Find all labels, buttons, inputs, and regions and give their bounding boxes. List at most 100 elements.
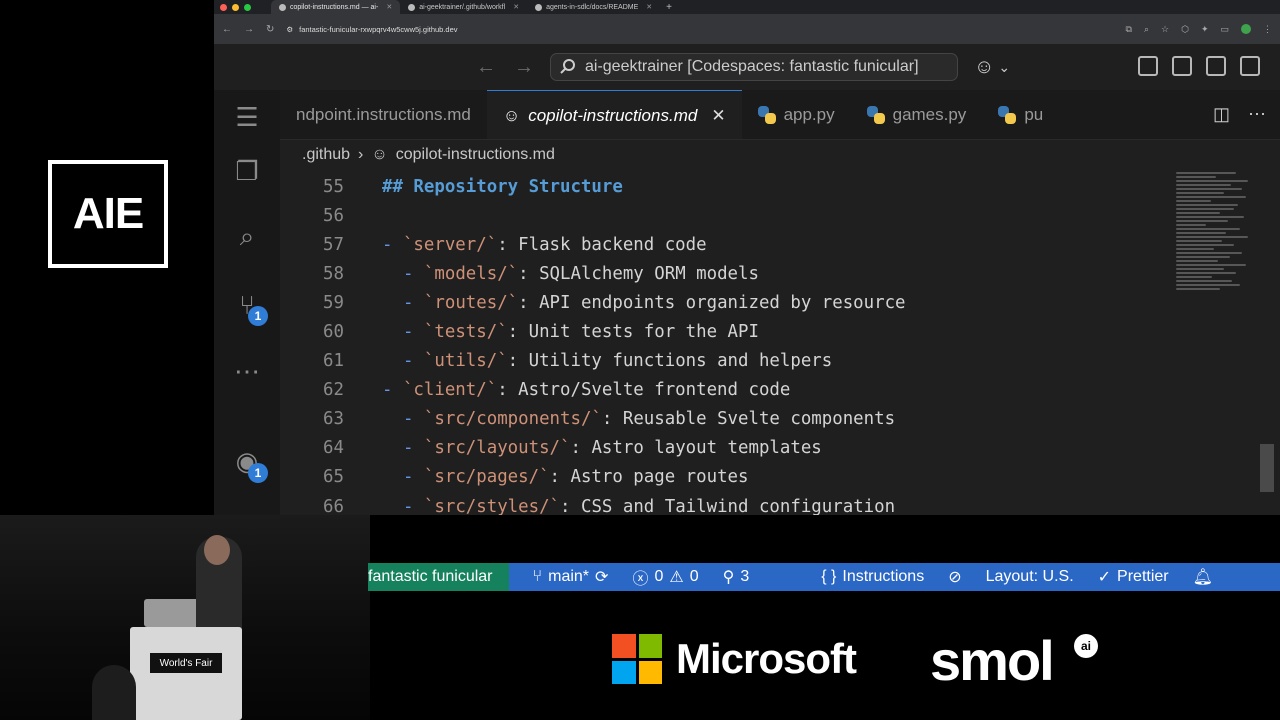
more-actions-icon[interactable]: ⋯ [1248,104,1266,125]
close-icon[interactable]: ✕ [711,106,725,126]
minimap-line [1176,248,1214,250]
code-editor[interactable]: 55 ## Repository Structure 56 57 - `server/`… [280,172,1170,515]
keyboard-layout[interactable]: Layout: U.S. [974,568,1086,586]
toggle-panel-icon[interactable] [1206,56,1226,76]
breadcrumb-folder[interactable]: .github [302,146,350,164]
code-line[interactable]: 60 - `tests/`: Unit tests for the API [280,317,1170,346]
ports-indicator[interactable]: ⚲ 3 [711,567,762,587]
python-icon [757,106,776,124]
browser-tab-copilot-instructions[interactable]: copilot-instructions.md — ai- ✕ [271,0,401,14]
video-frame: AIE World's Fair copilot-instructions.md… [0,0,1280,720]
toggle-primary-sidebar-icon[interactable] [1172,56,1192,76]
code-line[interactable]: 66 - `src/styles/`: CSS and Tailwind con… [280,492,1170,515]
browser-menu-icon[interactable]: ⋮ [1263,24,1272,35]
code-token: - [402,322,424,343]
problems-indicator[interactable]: ⓧ 0 ⚠ 0 [620,565,710,589]
tab-pu[interactable]: pu [982,90,1059,139]
close-tab-icon[interactable]: ✕ [386,3,392,11]
code-line[interactable]: 63 - `src/components/`: Reusable Svelte … [280,405,1170,434]
code-line[interactable]: 58 - `models/`: SQLAlchemy ORM models [280,259,1170,288]
browser-tab-readme[interactable]: agents-in-sdlc/docs/README ✕ [527,0,660,14]
zoom-window-button[interactable] [244,3,251,11]
new-tab-icon[interactable]: + [660,2,678,13]
breadcrumb-file[interactable]: copilot-instructions.md [396,146,555,164]
side-panel-icon[interactable]: ▭ [1220,24,1229,35]
go-back-icon[interactable]: ← [476,56,496,79]
reload-icon[interactable]: ↻ [266,24,274,35]
minimize-window-button[interactable] [232,3,239,11]
ports-icon: ⚲ [722,569,735,586]
minimap-line [1176,268,1224,270]
copilot-menu-button[interactable]: ☺ ⌄ [974,56,1010,79]
code-line[interactable]: 55 ## Repository Structure [280,172,1170,201]
close-tab-icon[interactable]: ✕ [646,3,652,11]
close-tab-icon[interactable]: ✕ [513,3,519,11]
browser-tab-label: agents-in-sdlc/docs/README [546,3,639,11]
status-bar: fantastic funicular ⑂ main* ⟳ ⓧ 0 ⚠ 0 ⚲ … [368,563,1280,591]
branch-indicator[interactable]: ⑂ main* ⟳ [509,567,621,587]
code-token: : CSS and Tailwind configuration [560,496,896,515]
formatter-status[interactable]: ✓ Prettier [1086,567,1181,587]
branch-label: main* [548,568,590,585]
document-icon [279,3,286,11]
browser-tab-workflow[interactable]: ai-geektrainer/.github/workfl ✕ [400,0,527,14]
accounts-badge: 1 [248,463,268,483]
code-line[interactable]: 61 - `utils/`: Utility functions and hel… [280,347,1170,376]
customize-layout-icon[interactable] [1138,56,1158,76]
chevron-down-icon: ⌄ [998,59,1011,75]
code-token: - [402,351,424,372]
forward-icon[interactable]: → [244,24,254,35]
go-forward-icon[interactable]: → [514,56,534,79]
bookmark-star-icon[interactable]: ☆ [1161,24,1169,35]
minimap-line [1176,204,1238,206]
command-center[interactable]: ai-geektrainer [Codespaces: fantastic fu… [550,53,958,81]
copilot-status[interactable]: ⊘ [936,567,973,587]
tab-endpoint-instructions[interactable]: ndpoint.instructions.md [280,90,487,139]
code-line[interactable]: 56 [280,201,1170,230]
extension-icon[interactable]: ⬡ [1181,24,1189,35]
minimap[interactable] [1176,170,1256,370]
minimap-line [1176,232,1226,234]
tab-app-py[interactable]: app.py [742,90,851,139]
explorer-icon[interactable]: ❐ [228,152,266,190]
attendee-silhouette [92,665,136,720]
profile-avatar[interactable] [1241,24,1251,34]
editor-scrollbar[interactable] [1260,444,1274,492]
url-field[interactable]: ⚙ fantastic-funicular-rxwpqrv4w5cww5j.gi… [286,25,457,34]
code-line[interactable]: 64 - `src/layouts/`: Astro layout templa… [280,434,1170,463]
install-app-icon[interactable]: ⧉ [1126,24,1132,35]
git-branch-icon: ⑂ [532,568,543,585]
tab-games-py[interactable]: games.py [851,90,983,139]
back-icon[interactable]: ← [222,24,232,35]
notifications-button[interactable]: 🔔︎ [1181,567,1225,587]
remote-indicator[interactable]: fantastic funicular [368,563,509,591]
layout-controls [1138,56,1260,76]
code-token: : Astro layout templates [570,438,822,459]
podium-sign: World's Fair [150,653,222,673]
line-number: 57 [323,234,344,255]
code-line[interactable]: 65 - `src/pages/`: Astro page routes [280,463,1170,492]
code-line[interactable]: 62 - `client/`: Astro/Svelte frontend cod… [280,376,1170,405]
extensions-puzzle-icon[interactable]: ✦ [1201,24,1209,35]
minimap-line [1176,276,1212,278]
search-view-icon[interactable]: ⌕ [228,218,266,256]
tab-copilot-instructions[interactable]: ☺ copilot-instructions.md ✕ [486,90,742,139]
close-window-button[interactable] [220,3,227,11]
more-views-icon[interactable]: ⋯ [228,352,266,390]
site-info-icon[interactable]: ⚙ [286,25,293,34]
toggle-secondary-sidebar-icon[interactable] [1240,56,1260,76]
code-token: : SQLAlchemy ORM models [518,263,759,284]
code-line[interactable]: 59 - `routes/`: API endpoints organized … [280,288,1170,317]
split-editor-icon[interactable]: ◫ [1213,104,1230,125]
menu-icon[interactable]: ☰ [228,98,266,136]
language-mode[interactable]: { } Instructions [809,568,936,586]
code-token: : Flask backend code [497,234,707,255]
editor-tab-bar: ndpoint.instructions.md ☺ copilot-instru… [280,90,1280,140]
ports-count: 3 [740,568,750,585]
minimap-line [1176,260,1218,262]
code-token: - [402,409,424,430]
line-number: 61 [323,351,344,372]
zoom-icon[interactable]: ⌕ [1144,24,1149,35]
code-line[interactable]: 57 - `server/`: Flask backend code [280,230,1170,259]
